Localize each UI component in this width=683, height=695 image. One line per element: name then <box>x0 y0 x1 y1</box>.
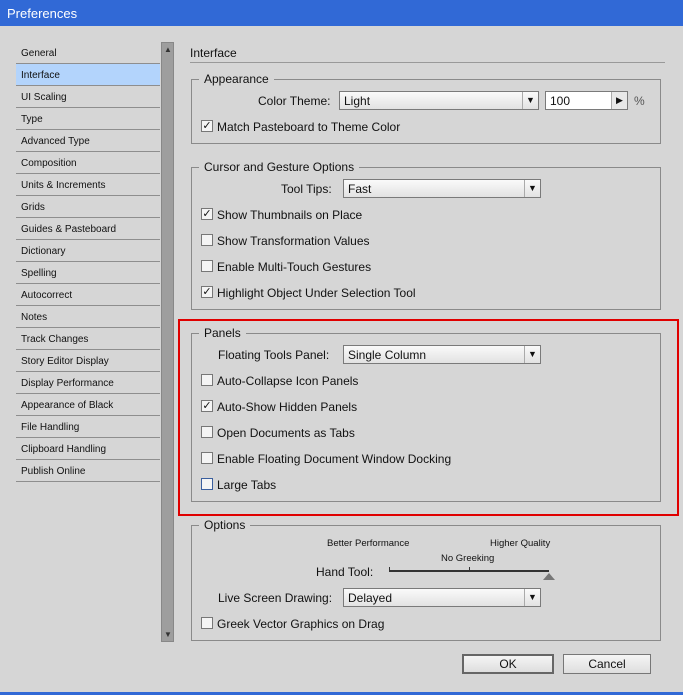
no-greeking-label: No Greeking <box>441 553 495 564</box>
option-label: Auto-Collapse Icon Panels <box>217 374 359 388</box>
better-performance-label: Better Performance <box>327 538 410 549</box>
sidebar-item[interactable]: Composition <box>16 152 160 174</box>
appearance-legend: Appearance <box>199 72 274 86</box>
appearance-group: Appearance <box>191 72 661 144</box>
scroll-down-icon[interactable]: ▼ <box>164 630 172 639</box>
option-checkbox[interactable]: ✓ <box>201 208 213 220</box>
match-pasteboard-label: Match Pasteboard to Theme Color <box>217 120 401 134</box>
match-pasteboard-checkbox[interactable]: ✓ <box>201 120 213 132</box>
sidebar-item[interactable]: Story Editor Display <box>16 350 160 372</box>
sidebar-item[interactable]: Clipboard Handling <box>16 438 160 460</box>
divider <box>190 62 665 63</box>
tooltips-dropdown[interactable]: Fast ▼ <box>343 179 541 198</box>
cursor-legend: Cursor and Gesture Options <box>199 160 360 174</box>
chevron-down-icon: ▼ <box>524 589 540 606</box>
color-theme-dropdown[interactable]: Light ▼ <box>339 91 539 110</box>
category-list: General Interface UI Scaling Type Advanced T… <box>16 42 161 642</box>
floating-tools-dropdown[interactable]: Single Column ▼ <box>343 345 541 364</box>
option-checkbox[interactable] <box>201 426 213 438</box>
zoom-unit: % <box>634 94 645 108</box>
chevron-right-icon[interactable]: ▶ <box>611 92 627 109</box>
option-checkbox[interactable]: ✓ <box>201 286 213 298</box>
chevron-down-icon: ▼ <box>524 180 540 197</box>
sidebar-item[interactable]: UI Scaling <box>16 86 160 108</box>
option-checkbox[interactable] <box>201 260 213 272</box>
option-label: Show Thumbnails on Place <box>217 208 363 222</box>
hand-tool-label: Hand Tool: <box>316 565 374 579</box>
hand-tool-slider-thumb[interactable] <box>543 573 555 580</box>
scrollbar[interactable]: ▲ ▼ <box>161 42 174 642</box>
ok-button[interactable]: OK <box>462 654 554 674</box>
higher-quality-label: Higher Quality <box>490 538 551 549</box>
option-checkbox[interactable]: ✓ <box>201 400 213 412</box>
option-label: Open Documents as Tabs <box>217 426 355 440</box>
live-drawing-dropdown[interactable]: Delayed ▼ <box>343 588 541 607</box>
slider-tick <box>389 567 390 571</box>
floating-tools-label: Floating Tools Panel: <box>218 348 330 362</box>
sidebar-item[interactable]: Grids <box>16 196 160 218</box>
sidebar-item[interactable]: Appearance of Black <box>16 394 160 416</box>
option-label: Enable Floating Document Window Docking <box>217 452 452 466</box>
sidebar-item[interactable]: File Handling <box>16 416 160 438</box>
sidebar-item[interactable]: Guides & Pasteboard <box>16 218 160 240</box>
page-title: Interface <box>190 46 237 60</box>
color-theme-label: Color Theme: <box>258 94 331 108</box>
window-title: Preferences <box>7 6 78 21</box>
sidebar-item[interactable]: Type <box>16 108 160 130</box>
live-drawing-label: Live Screen Drawing: <box>218 591 333 605</box>
option-label: Auto-Show Hidden Panels <box>217 400 358 414</box>
option-checkbox[interactable] <box>201 234 213 246</box>
option-label: Enable Multi-Touch Gestures <box>217 260 372 274</box>
slider-tick <box>469 567 470 571</box>
chevron-down-icon: ▼ <box>522 92 538 109</box>
sidebar-item[interactable]: Spelling <box>16 262 160 284</box>
option-label: Show Transformation Values <box>217 234 370 248</box>
option-label: Highlight Object Under Selection Tool <box>217 286 416 300</box>
live-drawing-value: Delayed <box>348 591 393 605</box>
floating-tools-value: Single Column <box>348 348 427 362</box>
greek-vector-checkbox[interactable] <box>201 617 213 629</box>
option-checkbox[interactable] <box>201 452 213 464</box>
sidebar-item[interactable]: Dictionary <box>16 240 160 262</box>
option-checkbox[interactable] <box>201 374 213 386</box>
sidebar-item[interactable]: Interface <box>16 64 160 86</box>
sidebar-item[interactable]: Publish Online <box>16 460 160 482</box>
sidebar-item[interactable]: Autocorrect <box>16 284 160 306</box>
sidebar-item[interactable]: Advanced Type <box>16 130 160 152</box>
tooltips-value: Fast <box>348 182 372 196</box>
greek-vector-label: Greek Vector Graphics on Drag <box>217 617 385 631</box>
sidebar-item[interactable]: Notes <box>16 306 160 328</box>
panels-legend: Panels <box>199 326 246 340</box>
sidebar-item[interactable]: Units & Increments <box>16 174 160 196</box>
option-checkbox[interactable] <box>201 478 213 490</box>
color-theme-value: Light <box>344 94 371 108</box>
zoom-input[interactable]: 100 ▶ <box>545 91 628 110</box>
chevron-down-icon: ▼ <box>524 346 540 363</box>
sidebar-item[interactable]: General <box>16 42 160 64</box>
title-bar: Preferences <box>0 0 683 26</box>
tooltips-label: Tool Tips: <box>281 182 332 196</box>
cancel-button[interactable]: Cancel <box>563 654 651 674</box>
scroll-up-icon[interactable]: ▲ <box>164 45 172 54</box>
sidebar-item[interactable]: Display Performance <box>16 372 160 394</box>
sidebar-item[interactable]: Track Changes <box>16 328 160 350</box>
options-legend: Options <box>199 518 251 532</box>
zoom-value: 100 <box>550 94 571 108</box>
option-label: Large Tabs <box>217 478 277 492</box>
